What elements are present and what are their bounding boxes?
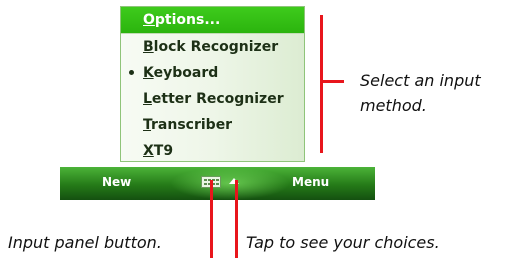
select-method-callout-line1: Select an input: [360, 71, 481, 90]
menu-item-label: Keyboard: [143, 65, 219, 81]
callout-pointer-line: [322, 80, 344, 83]
callout-bracket-line: [320, 15, 323, 153]
menu-item-label: Options...: [143, 12, 221, 28]
menu-item-xt9[interactable]: XT9: [121, 138, 304, 164]
new-softkey[interactable]: New: [102, 175, 131, 189]
menu-item-transcriber[interactable]: Transcriber: [121, 112, 304, 138]
softkey-bar: New Menu: [60, 167, 375, 200]
tap-choices-callout-line: [235, 180, 238, 258]
input-method-menu: Options... Block Recognizer Keyboard Let…: [120, 6, 305, 162]
menu-item-options[interactable]: Options...: [121, 7, 304, 33]
menu-item-label: Block Recognizer: [143, 39, 279, 55]
select-method-callout-line2: method.: [360, 96, 427, 115]
input-panel-callout-line: [210, 180, 213, 258]
menu-item-label: Letter Recognizer: [143, 91, 284, 107]
menu-item-label: XT9: [143, 143, 174, 159]
menu-item-keyboard[interactable]: Keyboard: [121, 60, 304, 86]
menu-item-block-recognizer[interactable]: Block Recognizer: [121, 34, 304, 60]
selected-bullet-icon: [129, 70, 134, 75]
menu-item-label: Transcriber: [143, 117, 233, 133]
input-panel-callout: Input panel button.: [8, 233, 162, 252]
tap-choices-callout: Tap to see your choices.: [246, 233, 440, 252]
menu-softkey[interactable]: Menu: [292, 175, 329, 189]
menu-item-letter-recognizer[interactable]: Letter Recognizer: [121, 86, 304, 112]
